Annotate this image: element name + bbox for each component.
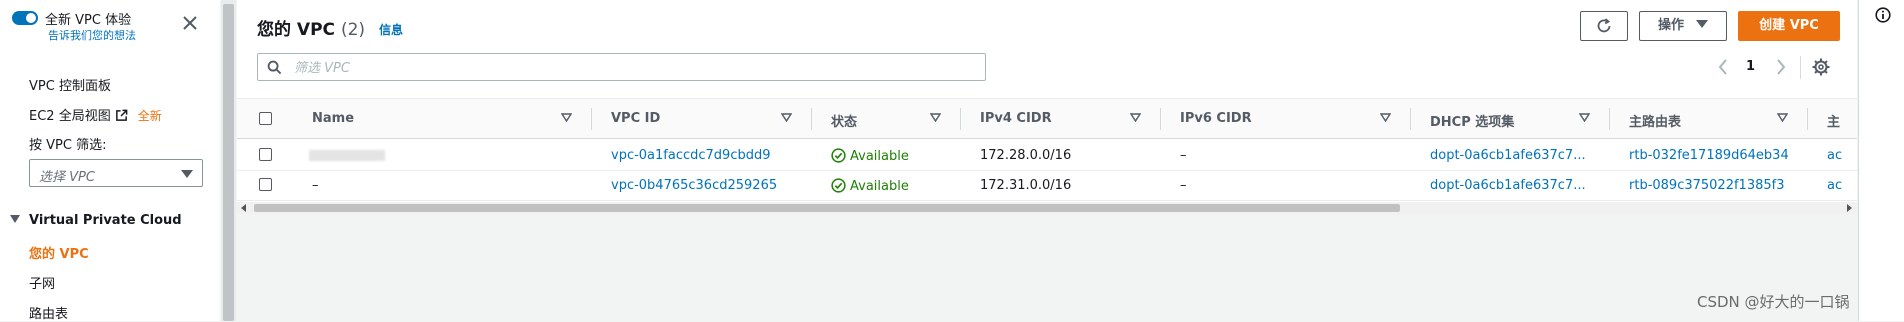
column-header-main-route-table[interactable]: 主路由表 bbox=[1629, 111, 1681, 130]
sort-icon[interactable] bbox=[930, 113, 941, 122]
vpc-filter-placeholder: 选择 VPC bbox=[39, 170, 95, 185]
caret-down-icon bbox=[10, 215, 20, 223]
status-badge: Available bbox=[831, 148, 909, 164]
check-circle-icon bbox=[831, 148, 846, 163]
select-all-checkbox[interactable] bbox=[259, 112, 272, 125]
sort-icon[interactable] bbox=[1380, 113, 1391, 122]
refresh-button[interactable] bbox=[1580, 11, 1628, 41]
vpc-table-panel: 您的 VPC (2) 信息 操作 创建 VPC 1 bbox=[237, 0, 1857, 214]
table-horizontal-scrollbar[interactable] bbox=[237, 202, 1857, 214]
column-divider[interactable] bbox=[1807, 108, 1808, 130]
actions-label: 操作 bbox=[1657, 18, 1684, 33]
check-circle-icon bbox=[831, 178, 846, 193]
column-header-dhcp-options[interactable]: DHCP 选项集 bbox=[1430, 111, 1514, 130]
ipv6-cidr: – bbox=[1180, 148, 1187, 163]
search-field[interactable] bbox=[257, 53, 986, 81]
ipv6-cidr: – bbox=[1180, 178, 1187, 193]
status-text: Available bbox=[850, 149, 909, 164]
search-input[interactable] bbox=[292, 57, 976, 79]
info-link[interactable]: 信息 bbox=[379, 23, 403, 37]
table-row[interactable]: vpc-0a1faccdc7d9cbdd9 Available 172.28.0… bbox=[237, 140, 1857, 171]
new-experience-toggle[interactable] bbox=[12, 11, 38, 25]
sort-icon[interactable] bbox=[561, 113, 572, 122]
vpc-filter-select[interactable]: 选择 VPC bbox=[29, 159, 203, 187]
search-icon bbox=[267, 60, 282, 75]
refresh-icon bbox=[1597, 18, 1611, 33]
ipv4-cidr: 172.31.0.0/16 bbox=[980, 178, 1072, 193]
sort-icon[interactable] bbox=[1777, 113, 1788, 122]
section-title: Virtual Private Cloud bbox=[29, 213, 182, 228]
table-header: Name VPC ID 状态 IPv4 CIDR IPv6 CIDR DHCP … bbox=[237, 98, 1857, 139]
row-checkbox[interactable] bbox=[259, 148, 272, 161]
column-divider[interactable] bbox=[1160, 108, 1161, 130]
page-title-text: 您的 VPC bbox=[257, 20, 336, 40]
feedback-link[interactable]: 告诉我们您的想法 bbox=[48, 27, 136, 43]
new-experience-title: 全新 VPC 体验 bbox=[45, 13, 132, 28]
watermark: CSDN @好大的一口锅 bbox=[1697, 293, 1850, 311]
close-icon[interactable] bbox=[180, 13, 200, 33]
column-divider[interactable] bbox=[1609, 108, 1610, 130]
status-badge: Available bbox=[831, 178, 909, 194]
sidebar-item-vpc-dashboard[interactable]: VPC 控制面板 bbox=[29, 75, 111, 94]
column-header-status[interactable]: 状态 bbox=[831, 111, 857, 130]
vpc-id-link[interactable]: vpc-0a1faccdc7d9cbdd9 bbox=[611, 148, 771, 163]
scroll-left-arrow-icon[interactable] bbox=[241, 204, 246, 212]
column-header-ipv6-cidr[interactable]: IPv6 CIDR bbox=[1180, 111, 1252, 126]
sidebar-item-route-tables[interactable]: 路由表 bbox=[29, 303, 68, 322]
pagination: 1 bbox=[1717, 58, 1827, 76]
column-header-main-network-acl[interactable]: 主 bbox=[1827, 111, 1840, 130]
external-link-icon bbox=[115, 109, 128, 121]
dhcp-options-link[interactable]: dopt-0a6cb1afe637c7... bbox=[1430, 178, 1586, 193]
route-table-link[interactable]: rtb-089c375022f1385f3 bbox=[1629, 178, 1784, 193]
vpc-count: (2) bbox=[340, 20, 366, 40]
actions-button[interactable]: 操作 bbox=[1639, 11, 1727, 41]
vpc-name-redacted bbox=[309, 150, 385, 161]
create-vpc-button[interactable]: 创建 VPC bbox=[1738, 11, 1840, 41]
help-panel-rail bbox=[1859, 0, 1904, 321]
toggle-knob bbox=[26, 13, 36, 23]
column-divider[interactable] bbox=[1410, 108, 1411, 130]
sidebar-scrollbar[interactable] bbox=[221, 0, 236, 321]
row-checkbox[interactable] bbox=[259, 178, 272, 191]
gear-icon[interactable] bbox=[1812, 58, 1830, 76]
column-header-vpc-id[interactable]: VPC ID bbox=[611, 111, 660, 126]
sidebar-item-ec2-global-view[interactable]: EC2 全局视图 全新 bbox=[29, 105, 162, 124]
dhcp-options-link[interactable]: dopt-0a6cb1afe637c7... bbox=[1430, 148, 1586, 163]
vpc-name: – bbox=[312, 178, 319, 193]
chevron-left-icon[interactable] bbox=[1717, 58, 1729, 76]
page-title: 您的 VPC (2) 信息 bbox=[257, 15, 403, 40]
new-badge: 全新 bbox=[137, 109, 162, 123]
network-acl-link[interactable]: ac bbox=[1827, 178, 1842, 193]
column-divider[interactable] bbox=[960, 108, 961, 130]
filter-by-vpc-label: 按 VPC 筛选: bbox=[29, 138, 107, 153]
caret-down-icon bbox=[181, 170, 193, 178]
main-content: 您的 VPC (2) 信息 操作 创建 VPC 1 bbox=[237, 0, 1857, 321]
network-acl-link[interactable]: ac bbox=[1827, 148, 1842, 163]
column-header-ipv4-cidr[interactable]: IPv4 CIDR bbox=[980, 111, 1052, 126]
caret-down-icon bbox=[1696, 20, 1708, 28]
scrollbar-thumb[interactable] bbox=[223, 4, 234, 321]
ipv4-cidr: 172.28.0.0/16 bbox=[980, 148, 1072, 163]
sort-icon[interactable] bbox=[1579, 113, 1590, 122]
sidebar-item-subnets[interactable]: 子网 bbox=[29, 273, 55, 292]
sort-icon[interactable] bbox=[781, 113, 792, 122]
sidebar-item-your-vpcs[interactable]: 您的 VPC bbox=[29, 243, 89, 262]
status-text: Available bbox=[850, 179, 909, 194]
column-divider[interactable] bbox=[591, 108, 592, 130]
column-divider[interactable] bbox=[811, 108, 812, 130]
divider bbox=[1800, 56, 1801, 79]
section-virtual-private-cloud[interactable]: Virtual Private Cloud bbox=[10, 213, 182, 228]
vpc-id-link[interactable]: vpc-0b4765c36cd259265 bbox=[611, 178, 777, 193]
scroll-right-arrow-icon[interactable] bbox=[1847, 204, 1852, 212]
sidebar-item-label: EC2 全局视图 bbox=[29, 109, 111, 124]
route-table-link[interactable]: rtb-032fe17189d64eb34 bbox=[1629, 148, 1789, 163]
page-number[interactable]: 1 bbox=[1746, 59, 1755, 74]
sidebar: 全新 VPC 体验 告诉我们您的想法 VPC 控制面板 EC2 全局视图 全新 … bbox=[0, 0, 220, 322]
column-header-name[interactable]: Name bbox=[312, 111, 354, 126]
scrollbar-thumb[interactable] bbox=[254, 204, 1400, 212]
sort-icon[interactable] bbox=[1130, 113, 1141, 122]
chevron-right-icon[interactable] bbox=[1775, 58, 1787, 76]
info-icon[interactable] bbox=[1875, 7, 1891, 23]
table-row[interactable]: – vpc-0b4765c36cd259265 Available 172.31… bbox=[237, 170, 1857, 201]
